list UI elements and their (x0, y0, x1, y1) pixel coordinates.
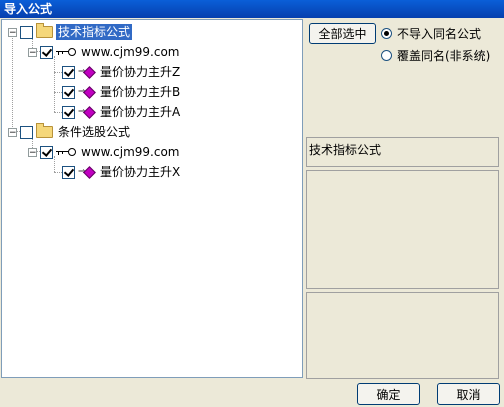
source-checkbox[interactable] (40, 45, 53, 59)
key-icon (56, 47, 76, 57)
tree-line (12, 36, 13, 131)
tree-group-indicator-formulas[interactable]: − 技术指标公式 (8, 23, 133, 41)
detail-panel (306, 292, 499, 379)
source-label[interactable]: www.cjm99.com (79, 144, 182, 160)
source-checkbox[interactable] (40, 145, 53, 159)
cancel-button[interactable]: 取消 (437, 383, 500, 405)
window-title: 导入公式 (4, 2, 53, 16)
formula-tree[interactable]: − 技术指标公式 − www.cjm99.com ⇒ 量价协力主升Z ⇒ 量价协… (1, 19, 303, 378)
radio-indicator[interactable] (381, 28, 392, 39)
formula-label[interactable]: 量价协力主升B (98, 84, 182, 100)
description-panel (306, 170, 499, 289)
formula-icon: ⇒ (78, 86, 96, 99)
tree-source-node[interactable]: − www.cjm99.com (28, 43, 182, 61)
ok-button[interactable]: 确定 (357, 383, 420, 405)
source-label[interactable]: www.cjm99.com (79, 44, 182, 60)
collapse-toggle[interactable]: − (28, 147, 37, 157)
title-bar: 导入公式 (0, 0, 504, 18)
radio-overwrite-label[interactable]: 覆盖同名(非系统) (397, 47, 490, 64)
tree-group-screening-formulas[interactable]: − 条件选股公式 (8, 123, 132, 141)
tree-group-label[interactable]: 条件选股公式 (56, 124, 132, 140)
category-label: 技术指标公式 (309, 143, 382, 157)
group-checkbox[interactable] (20, 25, 33, 39)
tree-source-node[interactable]: − www.cjm99.com (28, 143, 182, 161)
radio-no-import[interactable]: 不导入同名公式 (381, 25, 481, 42)
formula-item[interactable]: ⇒ 量价协力主升X (62, 163, 182, 181)
formula-label[interactable]: 量价协力主升Z (98, 64, 182, 80)
collapse-toggle[interactable]: − (8, 127, 17, 137)
folder-icon (36, 23, 53, 38)
tree-line (54, 56, 55, 112)
formula-label[interactable]: 量价协力主升A (98, 104, 182, 120)
radio-no-import-label[interactable]: 不导入同名公式 (397, 25, 481, 42)
folder-icon (36, 123, 53, 138)
key-icon (56, 147, 76, 157)
formula-icon: ⇒ (78, 106, 96, 119)
select-all-button[interactable]: 全部选中 (309, 23, 376, 44)
tree-group-label[interactable]: 技术指标公式 (56, 24, 133, 40)
formula-label[interactable]: 量价协力主升X (98, 164, 182, 180)
category-panel: 技术指标公式 (306, 137, 499, 167)
formula-item[interactable]: ⇒ 量价协力主升B (62, 83, 182, 101)
formula-checkbox[interactable] (62, 85, 75, 99)
formula-icon: ⇒ (78, 166, 96, 179)
formula-item[interactable]: ⇒ 量价协力主升A (62, 103, 182, 121)
group-checkbox[interactable] (20, 125, 33, 139)
formula-checkbox[interactable] (62, 105, 75, 119)
formula-item[interactable]: ⇒ 量价协力主升Z (62, 63, 182, 81)
radio-overwrite[interactable]: 覆盖同名(非系统) (381, 47, 490, 64)
formula-icon: ⇒ (78, 66, 96, 79)
formula-checkbox[interactable] (62, 165, 75, 179)
formula-checkbox[interactable] (62, 65, 75, 79)
radio-indicator[interactable] (381, 50, 392, 61)
collapse-toggle[interactable]: − (8, 27, 17, 37)
collapse-toggle[interactable]: − (28, 47, 37, 57)
